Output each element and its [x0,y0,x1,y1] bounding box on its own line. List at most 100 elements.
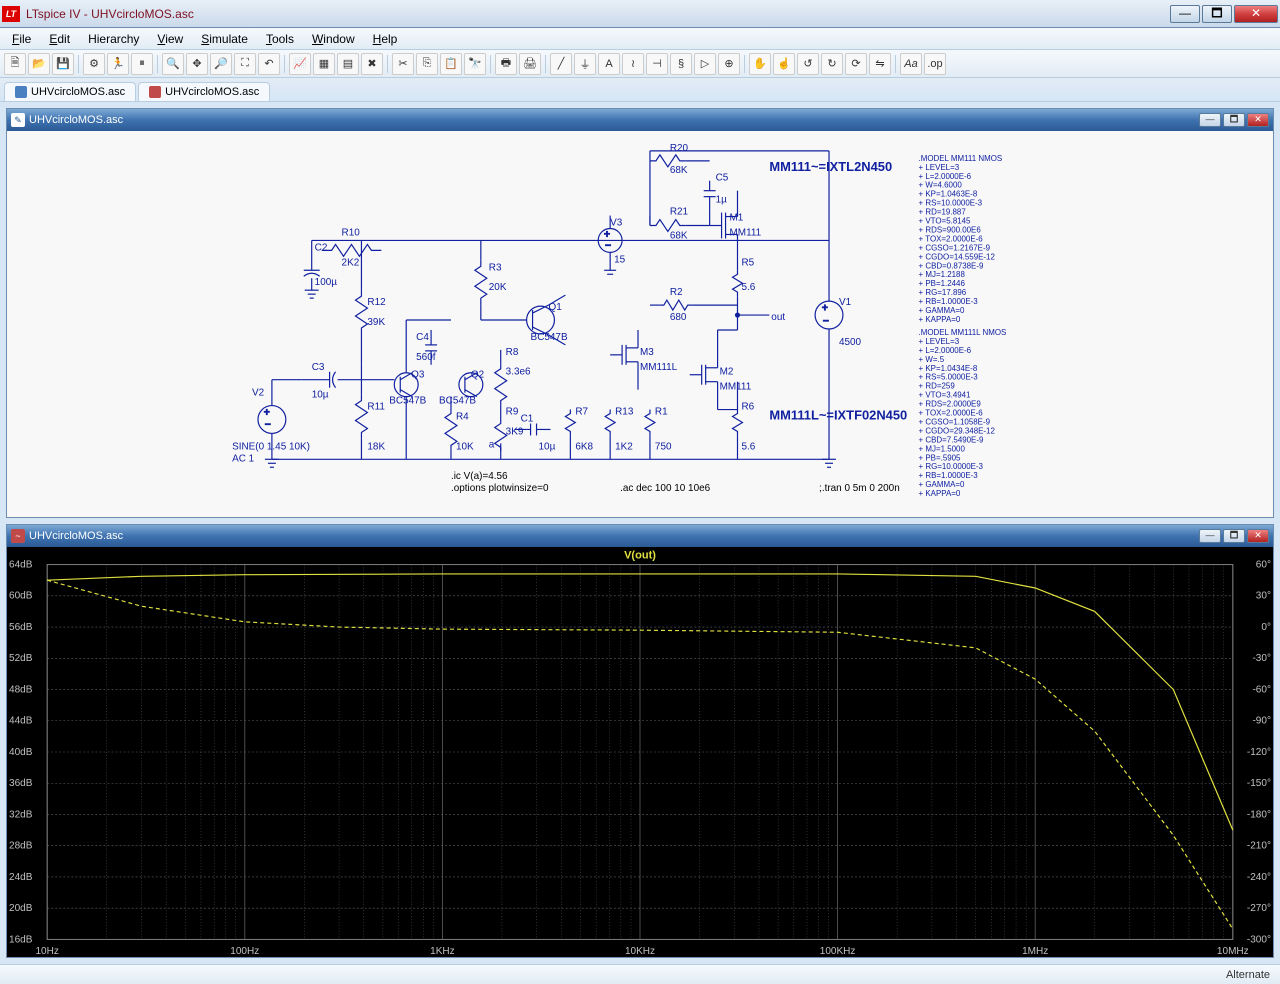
menu-tools[interactable]: Tools [258,30,302,48]
svg-text:-270°: -270° [1247,903,1271,914]
svg-text:+ MJ=1.5000: + MJ=1.5000 [919,444,966,453]
zoom-fit-icon[interactable]: ⛶ [234,53,256,75]
r1-label: R1 [655,407,668,418]
plot-canvas[interactable]: V(out)10Hz100Hz1KHz10KHz100KHz1MHz10MHz6… [7,547,1273,957]
svg-text:+ VTO=5.8145: + VTO=5.8145 [919,217,972,226]
schematic-window[interactable]: ✎ UHVcircloMOS.asc — 🗖 ✕ [6,108,1274,518]
c3-label: C3 [312,362,325,373]
capacitor-icon[interactable]: ⊣ [646,53,668,75]
waveform-window[interactable]: ~ UHVcircloMOS.asc — 🗖 ✕ V(out)10Hz100Hz… [6,524,1274,958]
ac-directive: .ac dec 100 10 10e6 [620,483,711,494]
zoom-out-icon[interactable]: 🔎 [210,53,232,75]
svg-text:10MHz: 10MHz [1217,946,1249,957]
svg-text:+ CBD=7.5490E-9: + CBD=7.5490E-9 [919,435,984,444]
save-icon[interactable]: 💾 [52,53,74,75]
menu-edit[interactable]: Edit [41,30,78,48]
ic-directive: .ic V(a)=4.56 [451,471,508,482]
zoom-back-icon[interactable]: ↶ [258,53,280,75]
ground-icon[interactable]: ⏚ [574,53,596,75]
svg-text:20dB: 20dB [9,903,33,914]
resistor-icon[interactable]: ≀ [622,53,644,75]
c5-value: 1µ [716,195,728,206]
schematic-max-button[interactable]: 🗖 [1223,113,1245,127]
menu-window[interactable]: Window [304,30,363,48]
svg-text:+ RD=19.887: + RD=19.887 [919,208,967,217]
mm111l-alias: MM111L~=IXTF02N450 [769,408,907,423]
new-schematic-icon[interactable]: 🗎 [4,53,26,75]
cascade-icon[interactable]: ▤ [337,53,359,75]
spice-directive-icon[interactable]: .op [924,53,946,75]
undo-icon[interactable]: ↺ [797,53,819,75]
tab-schematic[interactable]: UHVcircloMOS.asc [4,82,136,101]
svg-text:+ KAPPA=0: + KAPPA=0 [919,489,961,498]
paste-icon[interactable]: 📋 [440,53,462,75]
svg-text:+ RS=5.0000E-3: + RS=5.0000E-3 [919,373,979,382]
svg-text:100KHz: 100KHz [820,946,856,957]
r12-value: 39K [367,317,385,328]
label-net-icon[interactable]: A [598,53,620,75]
inductor-icon[interactable]: § [670,53,692,75]
text-icon[interactable]: Aa [900,53,922,75]
halt-icon[interactable]: ⏸ [131,53,153,75]
svg-text:+ RS=10.0000E-3: + RS=10.0000E-3 [919,199,983,208]
waveform-titlebar[interactable]: ~ UHVcircloMOS.asc — 🗖 ✕ [7,525,1273,547]
window-maximize-button[interactable]: 🗖 [1202,5,1232,23]
schematic-titlebar[interactable]: ✎ UHVcircloMOS.asc — 🗖 ✕ [7,109,1273,131]
svg-text:1MHz: 1MHz [1022,946,1048,957]
menu-view[interactable]: View [149,30,191,48]
close-all-icon[interactable]: ✖ [361,53,383,75]
open-icon[interactable]: 📂 [28,53,50,75]
schematic-canvas[interactable]: +− [7,131,1273,517]
tab-waveform[interactable]: UHVcircloMOS.asc [138,82,270,101]
svg-text:32dB: 32dB [9,810,33,821]
r2-label: R2 [670,287,683,298]
mirror-icon[interactable]: ⇋ [869,53,891,75]
pan-icon[interactable]: ✥ [186,53,208,75]
waveform-min-button[interactable]: — [1199,529,1221,543]
copy-icon[interactable]: ⎘ [416,53,438,75]
m2-label: M2 [720,367,734,378]
menu-file[interactable]: File [4,30,39,48]
cut-icon[interactable]: ✂ [392,53,414,75]
waveform-close-button[interactable]: ✕ [1247,529,1269,543]
drag-icon[interactable]: ☝ [773,53,795,75]
schematic-close-button[interactable]: ✕ [1247,113,1269,127]
mdi-area: ✎ UHVcircloMOS.asc — 🗖 ✕ [0,102,1280,964]
component-icon[interactable]: ⊕ [718,53,740,75]
c3-value: 10µ [312,390,329,401]
window-close-button[interactable]: ✕ [1234,5,1278,23]
waveform-max-button[interactable]: 🗖 [1223,529,1245,543]
svg-text:36dB: 36dB [9,778,33,789]
menu-simulate[interactable]: Simulate [193,30,256,48]
print-icon[interactable]: 🖶 [495,53,517,75]
r6-value: 5.6 [741,441,755,452]
waveform-icon[interactable]: 📈 [289,53,311,75]
svg-text:−: − [605,240,611,251]
find-icon[interactable]: 🔭 [464,53,486,75]
redo-icon[interactable]: ↻ [821,53,843,75]
svg-text:-150°: -150° [1247,778,1271,789]
svg-text:-90°: -90° [1252,716,1271,727]
menu-hierarchy[interactable]: Hierarchy [80,30,147,48]
svg-text:+: + [604,229,610,240]
svg-text:-60°: -60° [1252,685,1271,696]
r8-value: 3.3e6 [506,367,531,378]
svg-text:+ CGSO=1.2167E-9: + CGSO=1.2167E-9 [919,243,991,252]
tile-icon[interactable]: ▦ [313,53,335,75]
svg-text:56dB: 56dB [9,622,33,633]
svg-text:-210°: -210° [1247,841,1271,852]
diode-icon[interactable]: ▷ [694,53,716,75]
svg-text:-300°: -300° [1247,934,1271,945]
menu-help[interactable]: Help [365,30,406,48]
move-icon[interactable]: ✋ [749,53,771,75]
control-panel-icon[interactable]: ⚙ [83,53,105,75]
r9-value: 3K9 [506,426,524,437]
schematic-min-button[interactable]: — [1199,113,1221,127]
draw-wire-icon[interactable]: ╱ [550,53,572,75]
zoom-in-icon[interactable]: 🔍 [162,53,184,75]
window-minimize-button[interactable]: — [1170,5,1200,23]
rotate-icon[interactable]: ⟳ [845,53,867,75]
tran-directive: ;.tran 0 5m 0 200n [819,483,900,494]
print-setup-icon[interactable]: 🖨 [519,53,541,75]
run-icon[interactable]: 🏃 [107,53,129,75]
